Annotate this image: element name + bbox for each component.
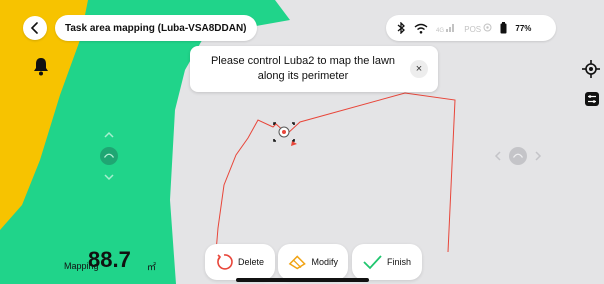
chevron-up-icon bbox=[104, 131, 114, 138]
home-indicator bbox=[236, 278, 369, 282]
mower-position-icon bbox=[273, 122, 297, 146]
modify-label: Modify bbox=[311, 257, 338, 267]
delete-button[interactable]: Delete bbox=[205, 244, 275, 280]
vertical-joystick[interactable] bbox=[96, 130, 122, 182]
delete-label: Delete bbox=[238, 257, 265, 267]
chevron-down-icon bbox=[104, 174, 114, 181]
eraser-icon bbox=[288, 255, 306, 270]
joystick-knob-right bbox=[509, 147, 527, 165]
page-title: Task area mapping (Luba-VSA8DDAN) bbox=[55, 15, 257, 41]
back-button[interactable] bbox=[23, 16, 47, 40]
finish-label: Finish bbox=[387, 257, 412, 267]
locate-icon[interactable] bbox=[582, 60, 600, 78]
battery-icon bbox=[500, 22, 507, 34]
close-icon: × bbox=[415, 63, 423, 75]
joystick-knob bbox=[100, 147, 118, 165]
mapping-area-unit: ㎡ bbox=[147, 262, 157, 272]
bell-icon[interactable] bbox=[30, 55, 52, 77]
signal-bars-icon bbox=[446, 24, 455, 32]
pos-indicator: POS bbox=[464, 23, 492, 34]
toast-message-line2: along its perimeter bbox=[257, 70, 349, 82]
bluetooth-icon bbox=[397, 22, 405, 34]
map-canvas[interactable] bbox=[0, 0, 604, 284]
toast-message-line1: Please control Luba2 to map the lawn bbox=[210, 55, 396, 67]
finish-button[interactable]: Finish bbox=[352, 244, 422, 280]
chevron-left-small-icon bbox=[494, 151, 501, 161]
chevron-right-small-icon bbox=[535, 151, 542, 161]
device-status-bar: 4G POS 77% bbox=[386, 15, 556, 41]
cellular-indicator: 4G bbox=[436, 22, 456, 34]
undo-circle-icon bbox=[217, 254, 233, 270]
settings-sliders-icon[interactable] bbox=[583, 90, 601, 108]
mapping-area-value: 88.7 bbox=[88, 247, 131, 272]
satellite-icon bbox=[483, 23, 492, 31]
cellular-label: 4G bbox=[436, 28, 445, 34]
battery-percent: 77% bbox=[515, 23, 532, 33]
instruction-toast: Please control Luba2 to map the lawn alo… bbox=[190, 46, 438, 92]
pos-label: POS bbox=[464, 24, 482, 34]
toast-message: Please control Luba2 to map the lawn alo… bbox=[198, 54, 408, 84]
wifi-icon bbox=[414, 23, 428, 34]
modify-button[interactable]: Modify bbox=[278, 244, 348, 280]
horizontal-joystick[interactable] bbox=[492, 143, 544, 169]
chevron-left-icon bbox=[30, 22, 38, 34]
checkmark-icon bbox=[363, 255, 382, 270]
close-toast-button[interactable]: × bbox=[410, 60, 428, 78]
